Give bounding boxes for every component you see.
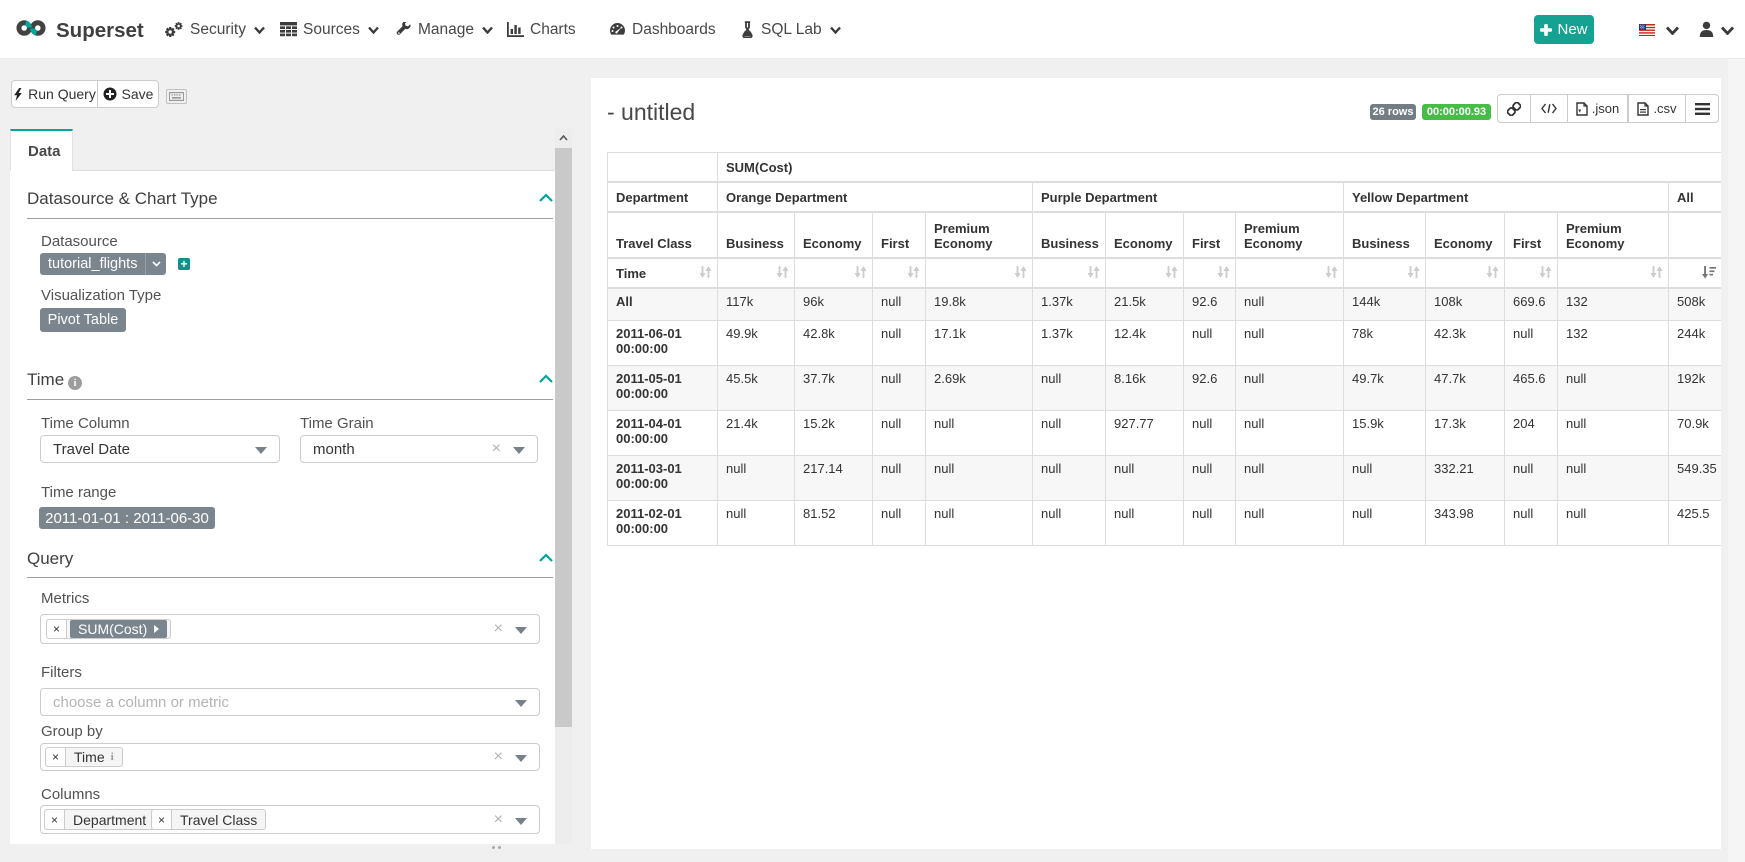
svg-text:▾: ▾ (1578, 108, 1581, 114)
